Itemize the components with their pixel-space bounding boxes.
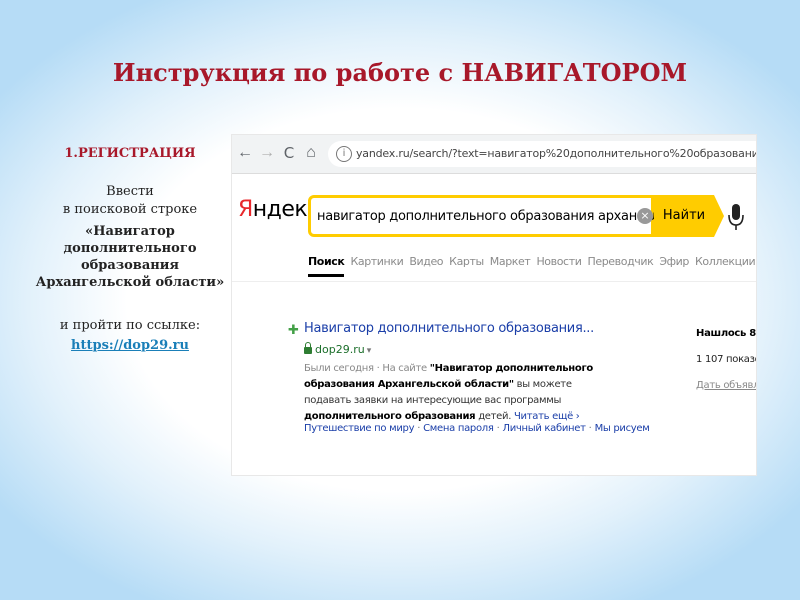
sitelink-3[interactable]: Мы рисуем	[595, 423, 650, 434]
back-arrow-icon[interactable]: ←	[236, 143, 254, 163]
tab-8[interactable]: Коллекции	[695, 255, 756, 268]
sitelink-separator: ·	[496, 423, 500, 434]
navigator-name: «Навигатор дополнительного образования А…	[35, 224, 225, 290]
step-heading: 1.РЕГИСТРАЦИЯ	[64, 146, 196, 161]
snippet-bold-2: дополнительного образования	[304, 411, 476, 422]
sitelink-separator: ·	[588, 423, 592, 434]
found-count: Нашлось 8 млн	[696, 328, 756, 339]
url-bar[interactable]: i yandex.ru/search/?text=навигатор%20доп…	[328, 141, 756, 167]
clear-icon[interactable]: ×	[637, 208, 653, 224]
snippet-end: детей.	[475, 411, 514, 422]
tab-4[interactable]: Маркет	[490, 255, 531, 268]
browser-toolbar: ← → C ⌂ i yandex.ru/search/?text=навигат…	[232, 135, 756, 174]
search-button-arrow	[714, 195, 724, 237]
sitelink-separator: ·	[417, 423, 421, 434]
read-more-link[interactable]: Читать ещё ›	[514, 411, 580, 422]
logo-first-letter: Я	[238, 197, 253, 222]
give-ad-link[interactable]: Дать объявление	[696, 373, 756, 399]
browser-screenshot: ← → C ⌂ i yandex.ru/search/?text=навигат…	[232, 135, 756, 475]
tab-1[interactable]: Картинки	[350, 255, 403, 268]
sitelink-1[interactable]: Смена пароля	[423, 423, 494, 434]
home-icon[interactable]: ⌂	[302, 143, 320, 163]
info-icon[interactable]: i	[336, 146, 352, 162]
forward-arrow-icon[interactable]: →	[258, 143, 276, 163]
tab-7[interactable]: Эфир	[659, 255, 689, 268]
tab-2[interactable]: Видео	[409, 255, 443, 268]
search-button[interactable]: Найти	[654, 195, 714, 237]
result-snippet: Были сегодня · На сайте "Навигатор допол…	[304, 361, 614, 425]
results-sidebar: Нашлось 8 млн 1 107 показов в Дать объяв…	[696, 321, 756, 399]
microphone-icon[interactable]	[728, 203, 744, 231]
lock-icon	[304, 342, 312, 354]
plus-icon: ✚	[288, 323, 299, 338]
result-title[interactable]: Навигатор дополнительного образования...	[304, 321, 594, 336]
chevron-down-icon[interactable]: ▾	[367, 346, 372, 356]
sitelink-2[interactable]: Личный кабинет	[502, 423, 586, 434]
instruction-line-2: в поисковой строке	[62, 202, 198, 217]
tabs-divider	[232, 281, 756, 282]
tab-3[interactable]: Карты	[449, 255, 484, 268]
tab-6[interactable]: Переводчик	[587, 255, 653, 268]
site-link[interactable]: https://dop29.ru	[30, 337, 230, 355]
result-url[interactable]: dop29.ru	[315, 343, 365, 356]
search-tabs: Поиск Картинки Видео Карты Маркет Новости Пере…	[308, 255, 756, 277]
tab-5[interactable]: Новости	[536, 255, 581, 268]
yandex-logo[interactable]: Яндекс	[238, 197, 319, 222]
snippet-date: Были сегодня · На сайте	[304, 363, 430, 374]
follow-link-text: и пройти по ссылке:	[59, 318, 201, 333]
result-url-row: dop29.ru ▾	[304, 342, 372, 356]
sitelinks: Путешествие по миру · Смена пароля · Личный …	[304, 423, 650, 434]
sitelink-0[interactable]: Путешествие по миру	[304, 423, 415, 434]
tab-0[interactable]: Поиск	[308, 255, 345, 277]
search-input[interactable]: навигатор дополнительного образования ар…	[308, 195, 697, 237]
reload-icon[interactable]: C	[280, 143, 298, 163]
instructions-panel: 1.РЕГИСТРАЦИЯ Ввести в поисковой строке …	[30, 145, 230, 355]
instruction-line-1: Ввести	[106, 184, 154, 199]
shows-count: 1 107 показов в	[696, 354, 756, 365]
slide-title: Инструкция по работе с НАВИГАТОРОМ	[112, 58, 688, 87]
url-text: yandex.ru/search/?text=навигатор%20допол…	[356, 147, 756, 160]
